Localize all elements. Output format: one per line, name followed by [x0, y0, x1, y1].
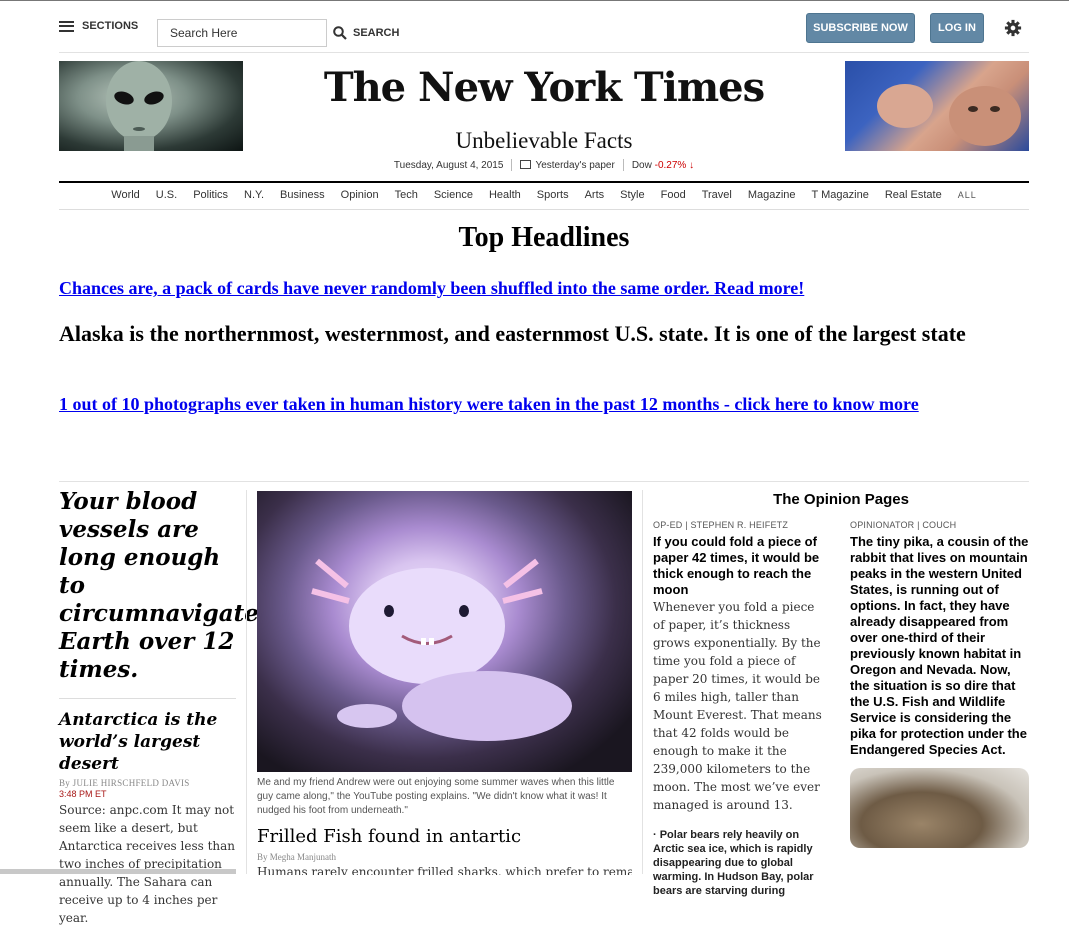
section-nav: World U.S. Politics N.Y. Business Opinio… — [59, 189, 1029, 201]
page-subtitle: Unbelievable Facts — [455, 128, 633, 153]
dow-change: -0.27% ↓ — [654, 159, 695, 171]
nav-item-magazine[interactable]: Magazine — [740, 189, 804, 201]
divider — [59, 481, 1029, 482]
antarctica-headline[interactable]: Antarctica is the world’s largest desert — [59, 709, 236, 775]
paper-fold-headline[interactable]: If you could fold a piece of paper 42 ti… — [653, 534, 829, 598]
divider — [59, 698, 236, 699]
dow-ticker[interactable]: Dow -0.27% ↓ — [632, 160, 694, 171]
gear-icon[interactable] — [1004, 19, 1022, 37]
divider — [59, 209, 1029, 210]
nav-item-food[interactable]: Food — [653, 189, 694, 201]
nav-item-politics[interactable]: Politics — [185, 189, 236, 201]
polar-bears-link[interactable]: · Polar bears rely heavily on Arctic sea… — [653, 828, 829, 898]
blood-vessels-headline[interactable]: Your blood vessels are long enough to ci… — [59, 488, 259, 684]
divider — [511, 159, 513, 171]
op-ed-kicker: OP-ED | STEPHEN R. HEIFETZ — [653, 520, 789, 530]
hamburger-icon — [59, 20, 74, 32]
byline: By JULIE HIRSCHFELD DAVIS — [59, 778, 190, 788]
nav-item-business[interactable]: Business — [272, 189, 333, 201]
column-divider — [246, 490, 247, 874]
opinion-column: The Opinion Pages OP-ED | STEPHEN R. HEI… — [653, 490, 1029, 897]
search-button[interactable]: SEARCH — [333, 26, 399, 40]
newspaper-icon — [520, 159, 532, 169]
nav-item-health[interactable]: Health — [481, 189, 529, 201]
nav-item-travel[interactable]: Travel — [694, 189, 740, 201]
nav-item-opinion[interactable]: Opinion — [333, 189, 387, 201]
search-label: SEARCH — [353, 27, 400, 39]
search-input[interactable] — [157, 19, 327, 47]
nav-item-us[interactable]: U.S. — [148, 189, 185, 201]
divider — [622, 159, 624, 171]
frilled-fish-headline[interactable]: Frilled Fish found in antartic — [257, 826, 632, 847]
opinion-right: OPINIONATOR | COUCH The tiny pika, a cou… — [850, 520, 1029, 848]
nav-item-style[interactable]: Style — [612, 189, 652, 201]
nav-item-real-estate[interactable]: Real Estate — [877, 189, 950, 201]
axolotl-photo[interactable] — [257, 491, 632, 772]
sections-button[interactable]: SECTIONS — [59, 20, 138, 32]
timestamp: 3:48 PM ET — [59, 789, 107, 799]
horizontal-scrollbar[interactable] — [0, 869, 236, 874]
divider — [59, 52, 1029, 53]
opinion-pages-title[interactable]: The Opinion Pages — [653, 491, 1029, 508]
top-bar: SECTIONS SEARCH SUBSCRIBE NOW LOG IN — [59, 12, 1029, 52]
nav-item-world[interactable]: World — [103, 189, 148, 201]
pika-photo[interactable] — [850, 768, 1029, 848]
photographs-link[interactable]: 1 out of 10 photographs ever taken in hu… — [59, 394, 919, 415]
center-column: Me and my friend Andrew were out enjoyin… — [257, 491, 632, 875]
nav-item-ny[interactable]: N.Y. — [236, 189, 272, 201]
nav-item-tech[interactable]: Tech — [387, 189, 426, 201]
nav-item-arts[interactable]: Arts — [577, 189, 613, 201]
nav-item-all[interactable]: ALL — [950, 189, 985, 201]
sections-label: SECTIONS — [82, 20, 139, 32]
paper-fold-summary: Whenever you fold a piece of paper, it’s… — [653, 600, 822, 812]
cards-shuffle-link[interactable]: Chances are, a pack of cards have never … — [59, 278, 804, 299]
nav-item-science[interactable]: Science — [426, 189, 481, 201]
top-headlines-title: Top Headlines — [458, 222, 630, 253]
opinionator-kicker: OPINIONATOR | COUCH — [850, 520, 957, 530]
photo-caption: Me and my friend Andrew were out enjoyin… — [257, 777, 615, 816]
masthead-rule — [59, 181, 1029, 183]
alaska-fact: Alaska is the northernmost, westernmost,… — [59, 321, 966, 346]
dateline: Tuesday, August 4, 2015 Yesterday's pape… — [59, 159, 1029, 171]
antarctica-summary: Source: anpc.com It may not seem like a … — [59, 803, 236, 925]
yesterdays-paper-link[interactable]: Yesterday's paper — [520, 159, 615, 171]
window-top-border — [0, 0, 1069, 1]
column-divider — [642, 490, 643, 874]
byline: By Megha Manjunath — [257, 852, 336, 862]
current-date: Tuesday, August 4, 2015 — [393, 159, 504, 171]
left-column: Your blood vessels are long enough to ci… — [59, 488, 259, 927]
pika-headline[interactable]: The tiny pika, a cousin of the rabbit th… — [850, 534, 1029, 758]
nav-item-t-magazine[interactable]: T Magazine — [804, 189, 877, 201]
subscribe-button[interactable]: SUBSCRIBE NOW — [806, 13, 915, 43]
dow-label: Dow — [631, 159, 655, 171]
paper-link-label: Yesterday's paper — [535, 159, 615, 171]
nav-item-sports[interactable]: Sports — [529, 189, 577, 201]
search-icon — [333, 26, 347, 40]
opinion-left: OP-ED | STEPHEN R. HEIFETZ If you could … — [653, 520, 829, 898]
login-button[interactable]: LOG IN — [930, 13, 984, 43]
